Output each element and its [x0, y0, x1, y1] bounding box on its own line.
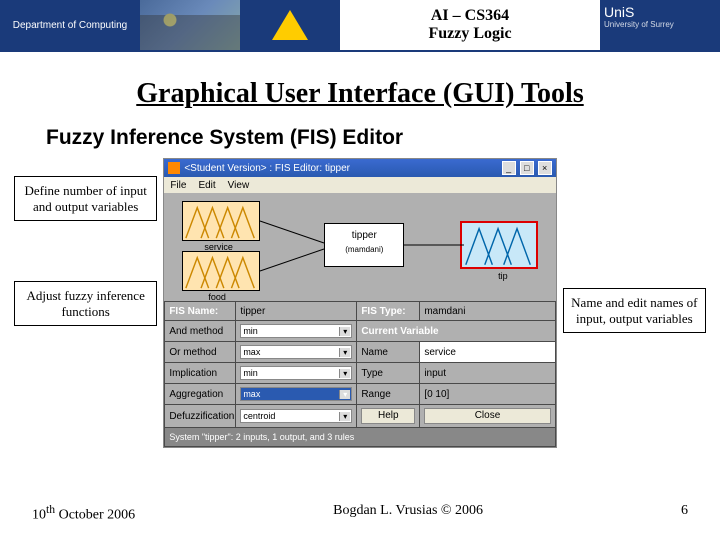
fis-type-value: mamdani — [420, 302, 554, 320]
university-name: University of Surrey — [604, 20, 716, 29]
fis-editor-window: <Student Version> : FIS Editor: tipper _… — [163, 158, 556, 448]
fis-type-label: FIS Type: — [357, 302, 419, 320]
output-label: tip — [498, 271, 508, 281]
close-button[interactable]: × — [538, 161, 552, 175]
fis-menubar: File Edit View — [164, 177, 555, 193]
course-title-block: AI – CS364 Fuzzy Logic — [340, 0, 600, 50]
fis-window-title: <Student Version> : FIS Editor: tipper — [184, 163, 350, 174]
callout-name-edit: Name and edit names of input, output var… — [563, 288, 706, 333]
callout-adjust-functions: Adjust fuzzy inference functions — [14, 281, 157, 326]
university-badge: UniS University of Surrey — [600, 0, 720, 50]
agg-label: Aggregation — [165, 384, 235, 404]
section-heading: Fuzzy Inference System (FIS) Editor — [46, 126, 720, 150]
fis-diagram: service food tipper (mamdani) tip — [164, 193, 555, 301]
fis-name-label: FIS Name: — [165, 302, 235, 320]
imp-dropdown[interactable]: min — [240, 366, 352, 380]
fis-properties-grid: FIS Name: tipper FIS Type: mamdani And m… — [164, 301, 555, 447]
current-var-heading: Current Variable — [357, 321, 554, 341]
department-badge: Department of Computing — [0, 0, 140, 50]
department-text: Department of Computing — [13, 20, 128, 31]
or-dropdown[interactable]: max — [240, 345, 352, 359]
content-area: Define number of input and output variab… — [0, 158, 720, 448]
system-type: (mamdani) — [325, 245, 403, 254]
input2-label: food — [208, 292, 226, 302]
close-button-panel[interactable]: Close — [424, 408, 550, 424]
menu-edit[interactable]: Edit — [198, 180, 215, 191]
and-label: And method — [165, 321, 235, 341]
and-dropdown[interactable]: min — [240, 324, 352, 338]
var-type-label: Type — [357, 363, 419, 383]
course-code: AI – CS364 — [431, 7, 509, 25]
header: Department of Computing AI – CS364 Fuzzy… — [0, 0, 720, 52]
fis-system-block[interactable]: tipper (mamdani) — [324, 223, 404, 267]
agg-dropdown[interactable]: max — [240, 387, 352, 401]
minimize-button[interactable]: _ — [502, 161, 516, 175]
callout-define-io: Define number of input and output variab… — [14, 176, 157, 221]
system-name: tipper — [325, 230, 403, 241]
fis-titlebar: <Student Version> : FIS Editor: tipper _… — [164, 159, 555, 177]
input-var-food[interactable] — [182, 251, 260, 291]
footer-page: 6 — [681, 503, 688, 524]
var-name-value[interactable]: service — [420, 342, 554, 362]
page-title: Graphical User Interface (GUI) Tools — [0, 78, 720, 110]
def-dropdown[interactable]: centroid — [240, 409, 352, 423]
var-name-label: Name — [357, 342, 419, 362]
header-triangle-logo — [240, 0, 340, 50]
matlab-icon — [168, 162, 180, 174]
fis-name-value: tipper — [236, 302, 356, 320]
status-bar: System "tipper": 2 inputs, 1 output, and… — [165, 428, 554, 446]
input1-label: service — [204, 242, 233, 252]
callouts-right: Name and edit names of input, output var… — [563, 158, 706, 333]
or-label: Or method — [165, 342, 235, 362]
course-topic: Fuzzy Logic — [428, 25, 511, 43]
imp-label: Implication — [165, 363, 235, 383]
var-range-label: Range — [357, 384, 419, 404]
callouts-left: Define number of input and output variab… — [14, 158, 157, 326]
input-var-service[interactable] — [182, 201, 260, 241]
unis-logo: UniS — [604, 4, 716, 20]
output-var-tip[interactable] — [460, 221, 538, 269]
menu-file[interactable]: File — [170, 180, 186, 191]
header-photo — [140, 0, 240, 50]
def-label: Defuzzification — [165, 405, 235, 427]
var-type-value: input — [420, 363, 554, 383]
footer-author: Bogdan L. Vrusias © 2006 — [333, 503, 483, 524]
menu-view[interactable]: View — [228, 180, 250, 191]
var-range-value: [0 10] — [420, 384, 554, 404]
footer: 10th October 2006 Bogdan L. Vrusias © 20… — [0, 503, 720, 524]
help-button[interactable]: Help — [361, 408, 415, 424]
footer-date: 10th October 2006 — [32, 503, 135, 524]
maximize-button[interactable]: □ — [520, 161, 534, 175]
